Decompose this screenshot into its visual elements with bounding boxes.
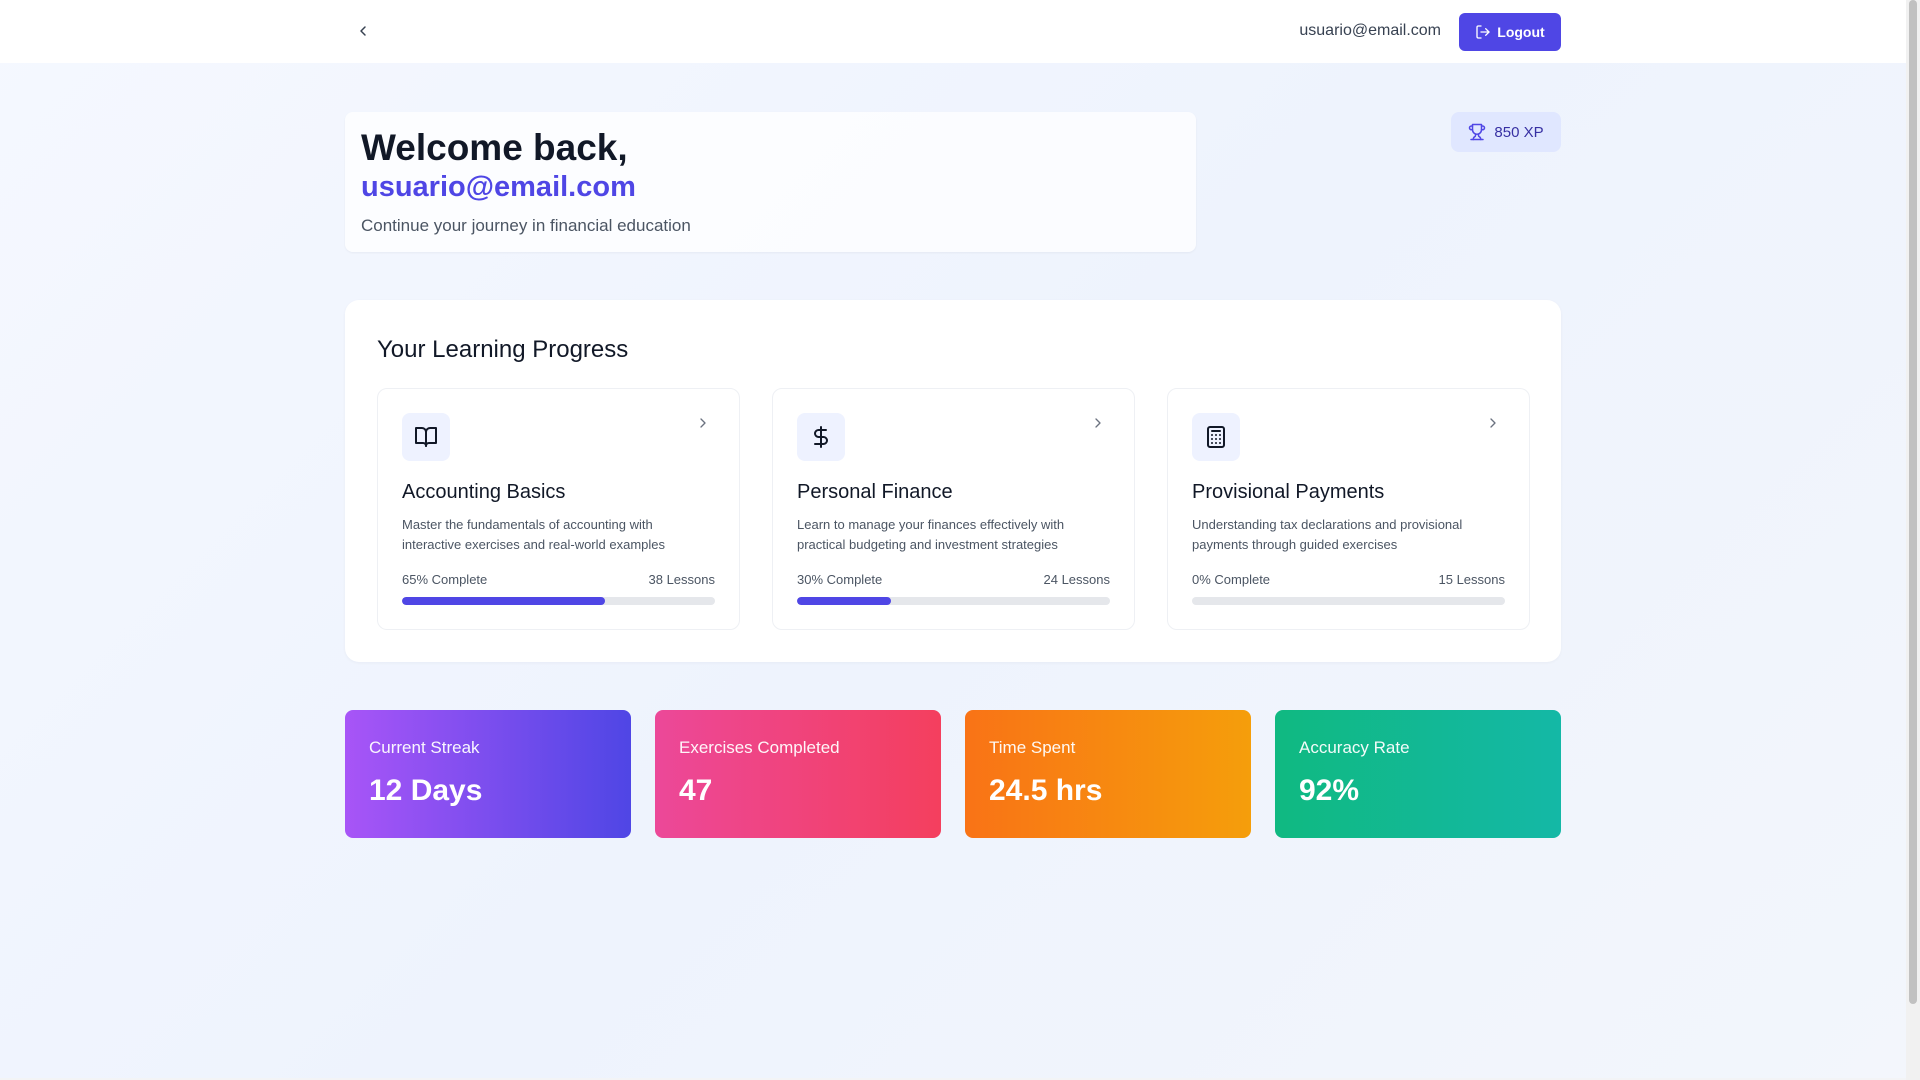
stat-value: 92% — [1299, 774, 1360, 807]
course-meta: 65% Complete 38 Lessons — [402, 572, 715, 587]
chevron-left-icon — [360, 26, 366, 36]
book-open-icon — [415, 427, 437, 447]
dollar-sign-icon — [814, 426, 828, 448]
course-card-provisional-payments[interactable]: Provisional Payments Understanding tax d… — [1167, 388, 1530, 630]
course-title: Provisional Payments — [1192, 481, 1385, 503]
header-user-email: usuario@email.com — [1299, 22, 1441, 39]
xp-label: 850 XP — [1494, 123, 1544, 141]
app-viewport: usuario@email.com Logout Welcome back, u… — [0, 0, 1906, 1080]
stat-card-accuracy-rate: Accuracy Rate 92% — [1275, 710, 1561, 838]
course-progress-bar — [1192, 597, 1505, 605]
course-meta: 30% Complete 24 Lessons — [797, 572, 1110, 587]
course-lessons-label: 24 Lessons — [1043, 572, 1111, 587]
logout-button[interactable]: Logout — [1459, 13, 1561, 51]
course-complete-label: 0% Complete — [1192, 572, 1271, 587]
course-complete-label: 65% Complete — [402, 572, 488, 587]
stat-value: 12 Days — [369, 774, 483, 807]
course-open-button[interactable] — [693, 413, 713, 433]
course-progress-fill — [402, 597, 606, 605]
course-card-accounting-basics[interactable]: Accounting Basics Master the fundamental… — [377, 388, 740, 630]
stat-card-time-spent: Time Spent 24.5 hrs — [965, 710, 1251, 838]
course-icon-box — [1192, 413, 1240, 461]
stat-card-exercises-completed: Exercises Completed 47 — [655, 710, 941, 838]
stat-label: Accuracy Rate — [1299, 738, 1410, 757]
course-progress-bar — [797, 597, 1110, 605]
trophy-icon — [1469, 123, 1486, 141]
xp-badge: 850 XP — [1451, 112, 1561, 152]
welcome-subtitle: Continue your journey in financial educa… — [361, 216, 691, 235]
course-open-button[interactable] — [1483, 413, 1503, 433]
chevron-right-icon — [700, 418, 706, 428]
course-lessons-label: 38 Lessons — [648, 572, 716, 587]
course-lessons-label: 15 Lessons — [1438, 572, 1506, 587]
calculator-icon — [1207, 426, 1225, 448]
course-title: Personal Finance — [797, 481, 953, 503]
stat-label: Current Streak — [369, 738, 480, 757]
welcome-card: Welcome back, usuario@email.com Continue… — [345, 112, 1196, 252]
chevron-right-icon — [1490, 418, 1496, 428]
stat-label: Exercises Completed — [679, 738, 840, 757]
stat-label: Time Spent — [989, 738, 1076, 757]
stat-card-current-streak: Current Streak 12 Days — [345, 710, 631, 838]
learning-progress-section: Your Learning Progress Accounting Basics… — [345, 300, 1561, 662]
course-meta: 0% Complete 15 Lessons — [1192, 572, 1505, 587]
stat-value: 47 — [679, 774, 713, 807]
logout-icon — [1476, 25, 1490, 39]
course-progress-fill — [797, 597, 891, 605]
course-progress-bar — [402, 597, 715, 605]
course-icon-box — [402, 413, 450, 461]
course-title: Accounting Basics — [402, 481, 566, 503]
welcome-email: usuario@email.com — [361, 171, 636, 203]
chevron-right-icon — [1095, 418, 1101, 428]
logout-label: Logout — [1497, 24, 1545, 40]
scrollbar-thumb[interactable] — [1909, 0, 1917, 1004]
course-open-button[interactable] — [1088, 413, 1108, 433]
welcome-heading: Welcome back, — [361, 127, 628, 168]
course-icon-box — [797, 413, 845, 461]
course-description: Master the fundamentals of accounting wi… — [402, 517, 666, 552]
course-complete-label: 30% Complete — [797, 572, 883, 587]
course-card-personal-finance[interactable]: Personal Finance Learn to manage your fi… — [772, 388, 1135, 630]
section-title: Your Learning Progress — [377, 336, 629, 363]
back-button[interactable] — [350, 18, 376, 44]
vertical-scrollbar[interactable] — [1906, 0, 1920, 1080]
course-description: Learn to manage your finances effectivel… — [797, 517, 1065, 552]
top-bar: usuario@email.com Logout — [0, 0, 1906, 63]
stat-value: 24.5 hrs — [989, 774, 1103, 807]
course-description: Understanding tax declarations and provi… — [1192, 517, 1463, 552]
